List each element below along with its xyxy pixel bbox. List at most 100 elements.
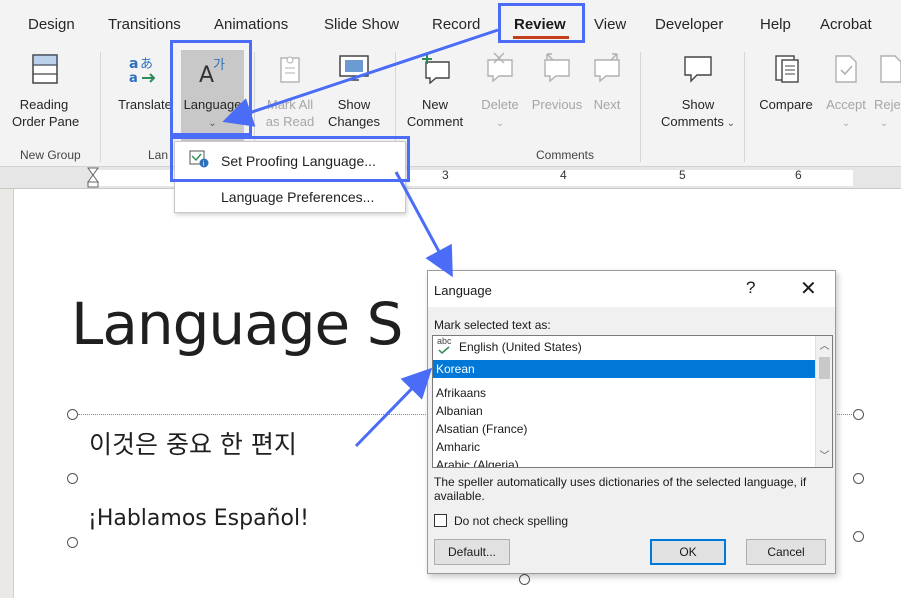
speller-note: The speller automatically uses dictionar… xyxy=(434,475,807,503)
previous-comment-button[interactable]: Previous xyxy=(528,50,586,142)
active-tab-underline xyxy=(513,36,569,39)
previous-comment-icon xyxy=(544,53,570,83)
chevron-up-icon[interactable]: ︿ xyxy=(816,338,832,355)
ruler-number: 6 xyxy=(795,168,802,182)
tab-review[interactable]: Review xyxy=(514,16,566,33)
tab-transitions[interactable]: Transitions xyxy=(108,16,181,33)
list-item-label: English (United States) xyxy=(459,340,582,354)
accept-button[interactable]: Accept ⌄ xyxy=(820,50,872,142)
spanish-text[interactable]: ¡Hablamos Español! xyxy=(88,506,309,531)
dialog-titlebar: Language ? ✕ xyxy=(428,271,835,307)
do-not-check-spelling-label[interactable]: Do not check spelling xyxy=(454,514,568,528)
resize-handle[interactable] xyxy=(853,531,864,542)
compare-icon xyxy=(775,55,799,83)
tab-help[interactable]: Help xyxy=(760,16,791,33)
resize-handle[interactable] xyxy=(853,473,864,484)
accept-icon xyxy=(835,55,857,83)
list-item-amharic[interactable]: Amharic xyxy=(433,438,815,456)
resize-handle[interactable] xyxy=(519,574,530,585)
language-icon: A 가 xyxy=(199,58,225,86)
default-button[interactable]: Default... xyxy=(434,539,510,565)
resize-handle[interactable] xyxy=(853,409,864,420)
language-button[interactable]: A 가 Language ⌄ xyxy=(181,50,244,142)
reject-button[interactable]: Reje ⌄ xyxy=(872,50,901,142)
language-preferences-item[interactable]: Language Preferences... xyxy=(221,189,374,205)
indent-marker-icon[interactable] xyxy=(86,167,100,189)
list-item-label: Afrikaans xyxy=(436,386,487,400)
tab-acrobat[interactable]: Acrobat xyxy=(820,16,872,33)
do-not-check-spelling-checkbox[interactable] xyxy=(434,514,447,527)
svg-text:a: a xyxy=(129,71,138,84)
new-comment-label-1: New xyxy=(421,97,448,112)
group-label-new-group: New Group xyxy=(20,148,81,162)
help-icon[interactable]: ? xyxy=(746,278,755,298)
chevron-down-icon: ⌄ xyxy=(723,118,736,129)
svg-text:あ: あ xyxy=(140,57,153,72)
list-item-english[interactable]: English (United States) xyxy=(433,338,815,356)
set-proofing-language-item[interactable]: Set Proofing Language... xyxy=(221,153,376,169)
next-comment-button[interactable]: Next xyxy=(586,50,628,142)
list-item-label: Amharic xyxy=(436,440,481,454)
resize-handle[interactable] xyxy=(67,473,78,484)
ruler-number: 4 xyxy=(560,168,567,182)
ruler-number: 5 xyxy=(679,168,686,182)
svg-text:가: 가 xyxy=(213,58,225,73)
show-changes-label-2: Changes xyxy=(327,114,381,129)
resize-handle[interactable] xyxy=(67,537,78,548)
reading-order-label-2: Order Pane xyxy=(12,114,80,129)
list-item-afrikaans[interactable]: Afrikaans xyxy=(433,384,815,402)
ribbon-tab-bar: Design Transitions Animations Slide Show… xyxy=(0,0,901,40)
tab-view[interactable]: View xyxy=(594,16,626,33)
close-icon[interactable]: ✕ xyxy=(800,276,817,301)
language-listbox[interactable]: English (United States) abc Korean Afrik… xyxy=(432,335,833,468)
scrollbar-thumb[interactable] xyxy=(819,357,830,379)
next-comment-icon xyxy=(594,53,620,83)
delete-comment-button[interactable]: Delete ⌄ xyxy=(472,50,528,142)
chevron-down-icon: ⌄ xyxy=(208,118,217,129)
dialog-title: Language xyxy=(434,283,492,298)
mark-all-as-read-button[interactable]: Mark All as Read xyxy=(258,50,322,142)
show-comments-button[interactable]: Show Comments ⌄ xyxy=(660,50,736,142)
accept-label: Accept xyxy=(826,97,866,112)
language-dialog: Language ? ✕ Mark selected text as: Engl… xyxy=(427,270,836,574)
tab-developer[interactable]: Developer xyxy=(655,16,723,33)
tab-slide-show[interactable]: Slide Show xyxy=(324,16,399,33)
translate-button[interactable]: a あ a Translate xyxy=(113,50,177,142)
reading-order-label-1: Reading xyxy=(19,97,69,112)
ribbon-separator xyxy=(744,52,745,162)
listbox-scrollbar[interactable]: ︿ ﹀ xyxy=(815,336,832,467)
horizontal-ruler[interactable] xyxy=(0,167,901,189)
list-item-arabic-algeria[interactable]: Arabic (Algeria) xyxy=(433,456,815,467)
cancel-button[interactable]: Cancel xyxy=(746,539,826,565)
show-changes-icon xyxy=(339,55,369,81)
slide-title[interactable]: Language S xyxy=(71,290,403,358)
chevron-down-icon: ⌄ xyxy=(495,118,505,129)
new-comment-icon xyxy=(422,54,450,84)
language-label: Language xyxy=(183,97,242,112)
list-item-alsatian[interactable]: Alsatian (France) xyxy=(433,420,815,438)
show-changes-button[interactable]: Show Changes xyxy=(322,50,386,142)
list-item-korean[interactable]: Korean xyxy=(433,360,815,378)
tab-animations[interactable]: Animations xyxy=(214,16,288,33)
tab-record[interactable]: Record xyxy=(432,16,480,33)
new-comment-button[interactable]: New Comment xyxy=(400,50,470,142)
ribbon-separator xyxy=(100,52,101,162)
translate-icon: a あ a xyxy=(129,56,156,84)
compare-button[interactable]: Compare xyxy=(754,50,818,142)
mark-all-read-icon xyxy=(280,56,300,83)
mark-all-label-2: as Read xyxy=(265,114,315,129)
ok-button[interactable]: OK xyxy=(650,539,726,565)
resize-handle[interactable] xyxy=(67,409,78,420)
tab-design[interactable]: Design xyxy=(28,16,75,33)
reading-order-icon xyxy=(32,54,58,84)
reading-order-pane-button[interactable]: Reading Order Pane xyxy=(12,50,80,142)
next-label: Next xyxy=(593,97,621,112)
show-changes-label-1: Show xyxy=(337,97,371,112)
chevron-down-icon[interactable]: ﹀ xyxy=(816,448,832,465)
list-item-albanian[interactable]: Albanian xyxy=(433,402,815,420)
translate-label: Translate xyxy=(118,97,172,112)
check-icon xyxy=(438,346,450,355)
korean-text[interactable]: 이것은 중요 한 편지 xyxy=(89,425,297,461)
mark-all-label-1: Mark All xyxy=(266,97,314,112)
proofing-language-icon: i xyxy=(189,150,209,168)
